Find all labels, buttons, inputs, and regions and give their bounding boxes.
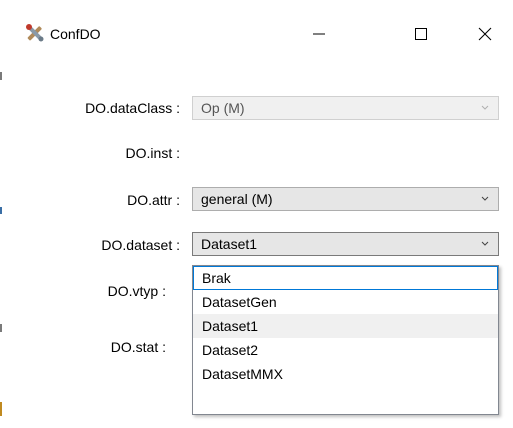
label-inst: DO.inst : xyxy=(125,145,180,161)
label-attr: DO.attr : xyxy=(127,192,180,208)
chevron-down-icon xyxy=(481,105,489,110)
edge-artifact xyxy=(0,402,2,416)
attr-combobox[interactable]: general (M) xyxy=(192,187,499,211)
dropdown-option[interactable]: Dataset2 xyxy=(193,338,498,362)
dataclass-combobox[interactable]: Op (M) xyxy=(192,96,499,120)
maximize-button[interactable] xyxy=(398,14,444,54)
dropdown-option[interactable]: Dataset1 xyxy=(193,314,498,338)
edge-artifact xyxy=(0,324,2,332)
dataset-value: Dataset1 xyxy=(201,236,258,252)
label-vtyp: DO.vtyp : xyxy=(107,283,166,299)
dataclass-value: Op (M) xyxy=(201,100,245,116)
dropdown-option[interactable]: Brak xyxy=(193,266,498,290)
dataset-combobox[interactable]: Dataset1 xyxy=(192,232,499,256)
minimize-button[interactable] xyxy=(296,14,342,54)
window-title: ConfDO xyxy=(50,26,101,42)
chevron-down-icon xyxy=(481,241,489,246)
chevron-down-icon xyxy=(481,196,489,201)
close-icon xyxy=(478,27,492,41)
dropdown-option[interactable]: DatasetGen xyxy=(193,290,498,314)
label-stat: DO.stat : xyxy=(110,339,166,355)
label-dataclass: DO.dataClass : xyxy=(85,100,180,116)
dropdown-option[interactable]: DatasetMMX xyxy=(193,362,498,386)
tools-icon xyxy=(24,22,46,44)
title-bar: ConfDO xyxy=(0,0,513,72)
attr-value: general (M) xyxy=(201,191,273,207)
edge-artifact xyxy=(0,72,2,80)
maximize-icon xyxy=(415,28,427,40)
label-dataset: DO.dataset : xyxy=(101,237,180,253)
minimize-icon xyxy=(313,33,325,35)
edge-artifact xyxy=(0,207,2,214)
close-button[interactable] xyxy=(462,14,508,54)
dataset-dropdown-list[interactable]: Brak DatasetGen Dataset1 Dataset2 Datase… xyxy=(192,265,499,415)
